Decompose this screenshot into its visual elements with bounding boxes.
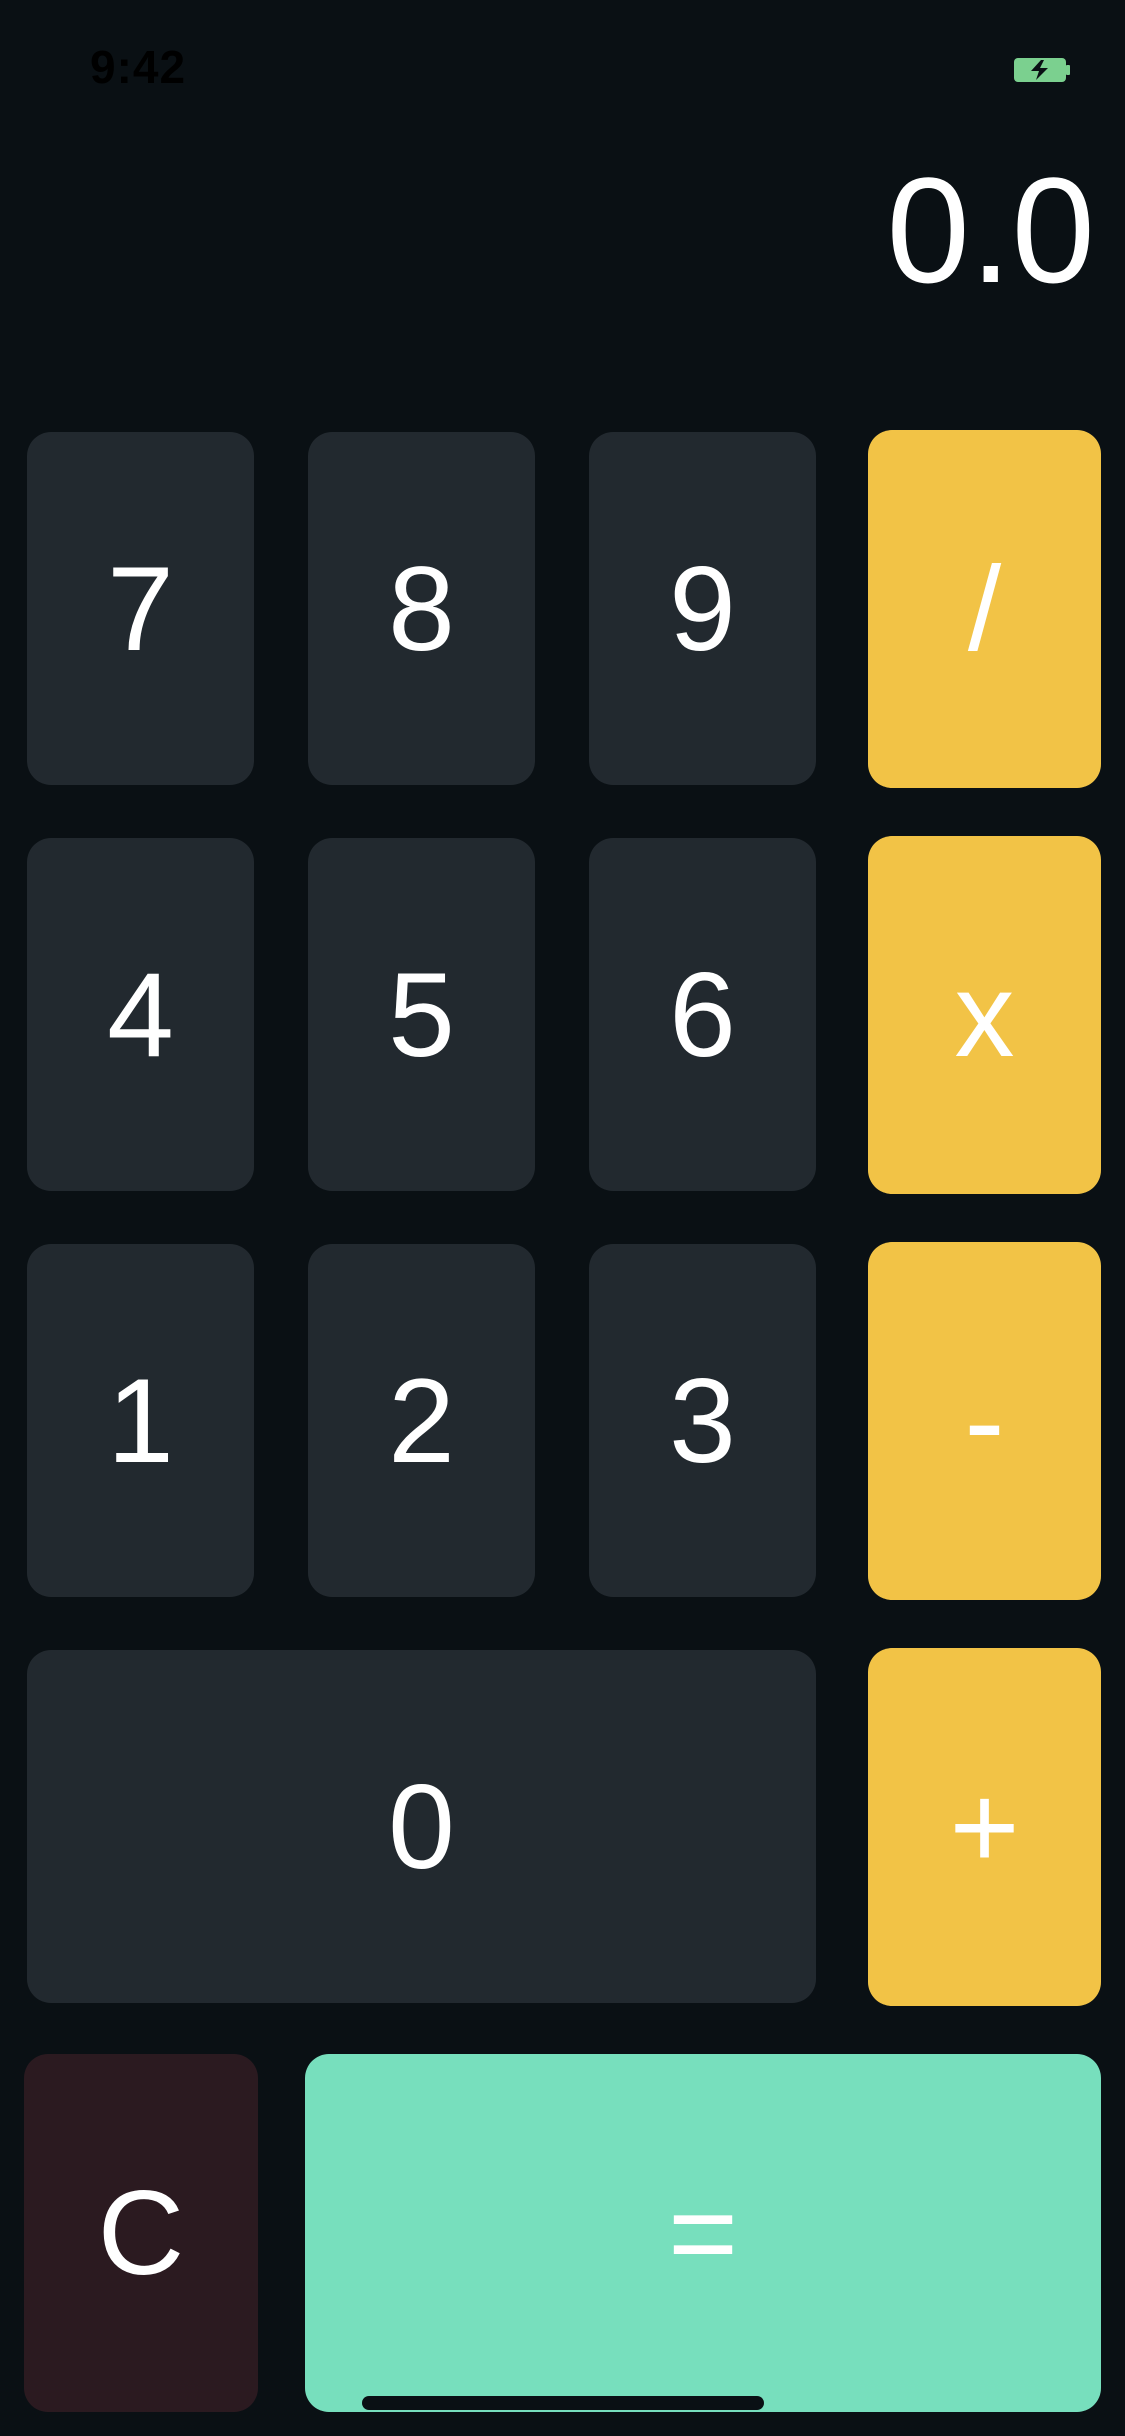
key-6-button[interactable]: 6 (589, 838, 816, 1191)
key-4-button[interactable]: 4 (27, 838, 254, 1191)
key-0-button[interactable]: 0 (27, 1650, 816, 2003)
key-3-button[interactable]: 3 (589, 1244, 816, 1597)
status-bar: 9:42 (0, 0, 1125, 140)
key-5-button[interactable]: 5 (308, 838, 535, 1191)
key-8-button[interactable]: 8 (308, 432, 535, 785)
subtract-button[interactable]: - (868, 1242, 1101, 1600)
calculator-display: 0.0 (886, 146, 1095, 314)
key-9-button[interactable]: 9 (589, 432, 816, 785)
key-1-button[interactable]: 1 (27, 1244, 254, 1597)
home-indicator[interactable] (362, 2396, 764, 2410)
divide-button[interactable]: / (868, 430, 1101, 788)
equals-button[interactable]: = (305, 2054, 1101, 2412)
clear-button[interactable]: C (24, 2054, 258, 2412)
battery-charging-icon (1014, 58, 1070, 82)
key-7-button[interactable]: 7 (27, 432, 254, 785)
add-button[interactable]: + (868, 1648, 1101, 2006)
key-2-button[interactable]: 2 (308, 1244, 535, 1597)
multiply-button[interactable]: x (868, 836, 1101, 1194)
status-time: 9:42 (90, 41, 187, 93)
